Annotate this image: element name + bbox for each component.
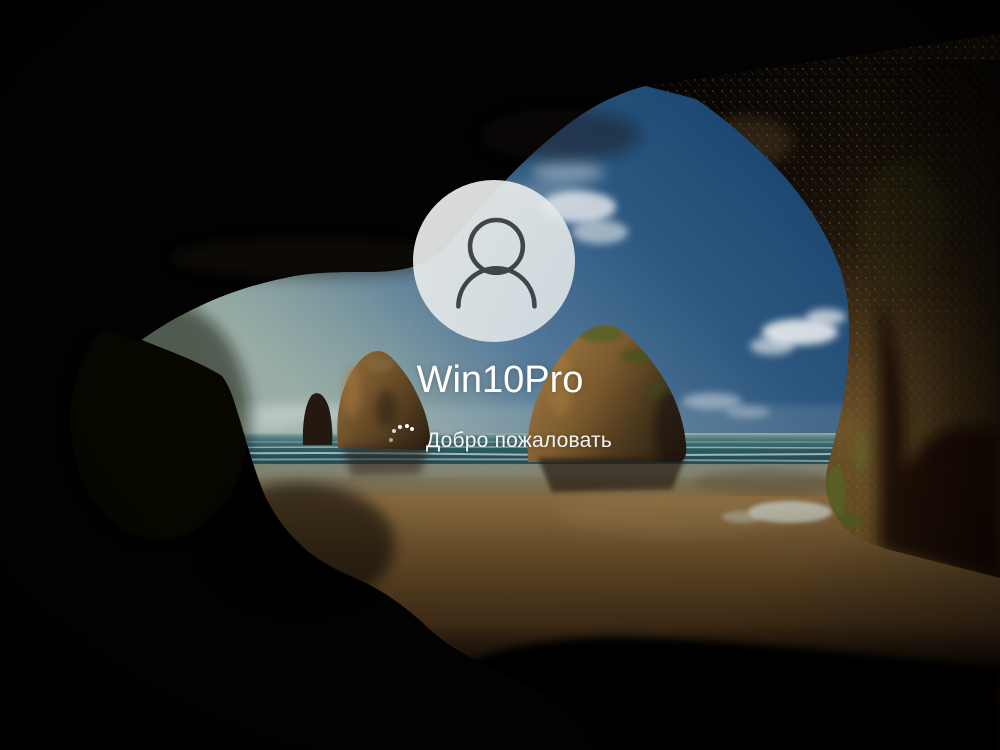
sign-in-panel: Win10Pro Добро пожаловать bbox=[0, 0, 1000, 750]
user-silhouette-icon bbox=[413, 180, 575, 342]
windows-welcome-screen: Win10Pro Добро пожаловать bbox=[0, 0, 1000, 750]
username-label: Win10Pro bbox=[0, 360, 1000, 400]
user-avatar bbox=[413, 180, 575, 342]
welcome-message: Добро пожаловать bbox=[426, 422, 612, 453]
loading-dots-spinner bbox=[388, 423, 416, 451]
welcome-status: Добро пожаловать bbox=[0, 423, 1000, 451]
